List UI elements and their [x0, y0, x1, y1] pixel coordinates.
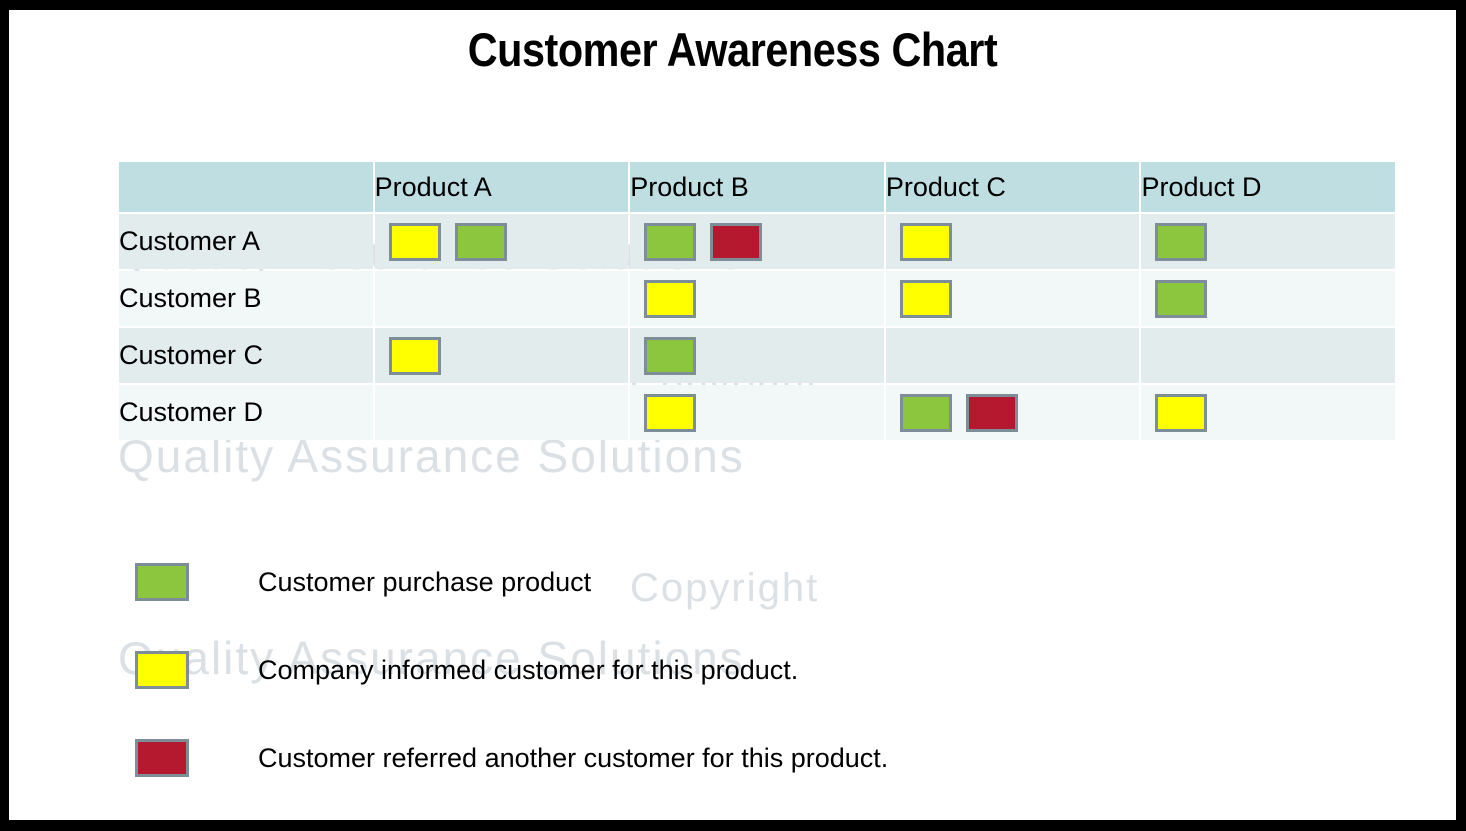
legend: Customer purchase product Company informe… — [135, 538, 888, 802]
table-body: Customer A Customer B Customer C Customer D — [119, 214, 1395, 440]
marker-group — [1141, 214, 1395, 269]
red-marker-icon — [965, 393, 1018, 432]
marker-group — [886, 385, 1140, 440]
cell-r2-c4 — [1141, 271, 1395, 326]
cell-r3-c3 — [885, 328, 1140, 383]
marker-group — [375, 385, 629, 440]
marker-group — [375, 271, 629, 326]
red-swatch-icon — [135, 739, 189, 777]
page-title: Customer Awareness Chart — [467, 23, 998, 76]
table-row: Customer A — [119, 214, 1395, 269]
table-row: Customer D — [119, 385, 1395, 440]
cell-r2-c3 — [885, 271, 1140, 326]
marker-group — [375, 328, 629, 383]
yellow-swatch-icon — [135, 651, 189, 689]
table-row: Customer C — [119, 328, 1395, 383]
legend-item-green: Customer purchase product — [135, 538, 888, 626]
cell-r1-c4 — [1141, 214, 1395, 269]
table-row: Customer B — [119, 271, 1395, 326]
table-header: Product A Product B Product C Product D — [119, 162, 1395, 212]
cell-r3-c2 — [630, 328, 884, 383]
green-marker-icon — [899, 393, 952, 432]
yellow-marker-icon — [388, 336, 441, 375]
green-marker-icon — [1155, 279, 1208, 318]
marker-group — [630, 214, 884, 269]
row-label-3: Customer C — [119, 328, 373, 383]
row-label-4: Customer D — [119, 385, 373, 440]
cell-r2-c1 — [374, 271, 629, 326]
legend-label: Company informed customer for this produ… — [258, 654, 799, 685]
table-header-product-c: Product C — [885, 162, 1140, 212]
table-header-product-d: Product D — [1141, 162, 1395, 212]
cell-r3-c4 — [1141, 328, 1395, 383]
cell-r4-c3 — [885, 385, 1140, 440]
marker-group — [375, 214, 629, 269]
legend-label: Customer purchase product — [258, 566, 592, 597]
red-marker-icon — [710, 222, 763, 261]
yellow-marker-icon — [1155, 393, 1208, 432]
marker-group — [886, 214, 1140, 269]
marker-group — [630, 385, 884, 440]
table-header-product-a: Product A — [374, 162, 629, 212]
green-swatch-icon — [135, 563, 189, 601]
yellow-marker-icon — [644, 393, 697, 432]
cell-r4-c1 — [374, 385, 629, 440]
yellow-marker-icon — [899, 279, 952, 318]
legend-item-yellow: Company informed customer for this produ… — [135, 626, 888, 714]
marker-group — [1141, 385, 1395, 440]
marker-group — [886, 328, 1140, 383]
marker-group — [1141, 271, 1395, 326]
legend-label: Customer referred another customer for t… — [258, 742, 889, 773]
table-header-product-b: Product B — [630, 162, 884, 212]
row-label-2: Customer B — [119, 271, 373, 326]
cell-r3-c1 — [374, 328, 629, 383]
marker-group — [886, 271, 1140, 326]
cell-r1-c3 — [885, 214, 1140, 269]
customer-awareness-table: Product A Product B Product C Product D … — [117, 160, 1397, 442]
yellow-marker-icon — [644, 279, 697, 318]
green-marker-icon — [644, 222, 697, 261]
marker-group — [1141, 328, 1395, 383]
legend-item-red: Customer referred another customer for t… — [135, 714, 888, 802]
cell-r2-c2 — [630, 271, 884, 326]
table-header-corner — [119, 162, 373, 212]
table-header-row: Product A Product B Product C Product D — [119, 162, 1395, 212]
cell-r4-c2 — [630, 385, 884, 440]
cell-r1-c2 — [630, 214, 884, 269]
cell-r1-c1 — [374, 214, 629, 269]
row-label-1: Customer A — [119, 214, 373, 269]
green-marker-icon — [1155, 222, 1208, 261]
marker-group — [630, 271, 884, 326]
green-marker-icon — [454, 222, 507, 261]
slide-frame: Copyright Quality Assurance Solutions Copy… — [9, 10, 1456, 820]
yellow-marker-icon — [388, 222, 441, 261]
yellow-marker-icon — [899, 222, 952, 261]
green-marker-icon — [644, 336, 697, 375]
cell-r4-c4 — [1141, 385, 1395, 440]
marker-group — [630, 328, 884, 383]
